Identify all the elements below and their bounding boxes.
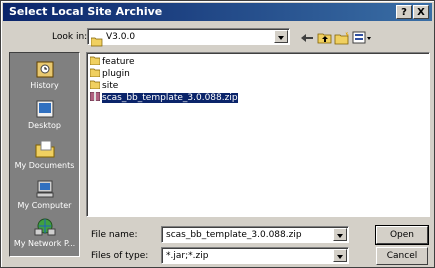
folder-icon <box>89 80 101 90</box>
file-list[interactable]: feature plugin site scas_bb_template_3.0… <box>86 52 430 217</box>
help-button[interactable]: ? <box>396 5 412 19</box>
lookin-label: Look in: <box>52 32 88 42</box>
dialog-title: Select Local Site Archive <box>9 5 163 18</box>
folder-open-icon <box>90 32 103 51</box>
filename-value: scas_bb_template_3.0.088.zip <box>166 230 302 240</box>
desktop-icon <box>33 99 57 119</box>
close-button[interactable]: X <box>413 5 429 19</box>
folder-icon <box>89 56 101 66</box>
chevron-down-icon[interactable] <box>333 249 347 262</box>
list-item[interactable]: site <box>89 80 118 92</box>
select-archive-dialog: Select Local Site Archive ? X Look in: V… <box>0 0 435 268</box>
back-arrow-icon[interactable] <box>299 30 315 44</box>
lookin-dropdown[interactable]: V3.0.0 <box>87 28 290 47</box>
place-history[interactable]: History <box>10 59 79 90</box>
place-my-computer[interactable]: My Computer <box>10 179 79 210</box>
lookin-value: V3.0.0 <box>106 32 136 42</box>
my-network-places-icon <box>33 217 57 237</box>
list-item[interactable]: feature <box>89 56 135 68</box>
up-folder-icon[interactable] <box>317 30 333 44</box>
filename-field[interactable]: scas_bb_template_3.0.088.zip <box>161 226 349 243</box>
cancel-button[interactable]: Cancel <box>376 247 428 265</box>
open-button[interactable]: Open <box>375 225 429 245</box>
place-my-documents[interactable]: My Documents <box>10 139 79 170</box>
place-my-network[interactable]: My Network P... <box>10 217 79 248</box>
my-computer-icon <box>33 179 57 199</box>
folder-icon <box>89 68 101 78</box>
list-item-selected[interactable]: scas_bb_template_3.0.088.zip <box>89 91 239 104</box>
filetype-value: *.jar;*.zip <box>166 251 209 261</box>
history-icon <box>33 59 57 79</box>
title-bar[interactable]: Select Local Site Archive ? X <box>3 3 432 21</box>
new-folder-icon[interactable] <box>334 30 350 45</box>
chevron-down-icon[interactable] <box>333 228 347 241</box>
zip-file-icon <box>89 91 101 102</box>
filename-label: File name: <box>91 230 138 240</box>
view-menu-icon[interactable] <box>352 30 372 44</box>
chevron-down-icon[interactable] <box>274 30 288 43</box>
place-desktop[interactable]: Desktop <box>10 99 79 130</box>
filetype-label: Files of type: <box>91 251 149 261</box>
my-documents-icon <box>33 139 57 159</box>
places-bar: History Desktop My Documents My Computer… <box>9 52 80 257</box>
filetype-dropdown[interactable]: *.jar;*.zip <box>161 247 349 264</box>
list-item[interactable]: plugin <box>89 68 130 80</box>
